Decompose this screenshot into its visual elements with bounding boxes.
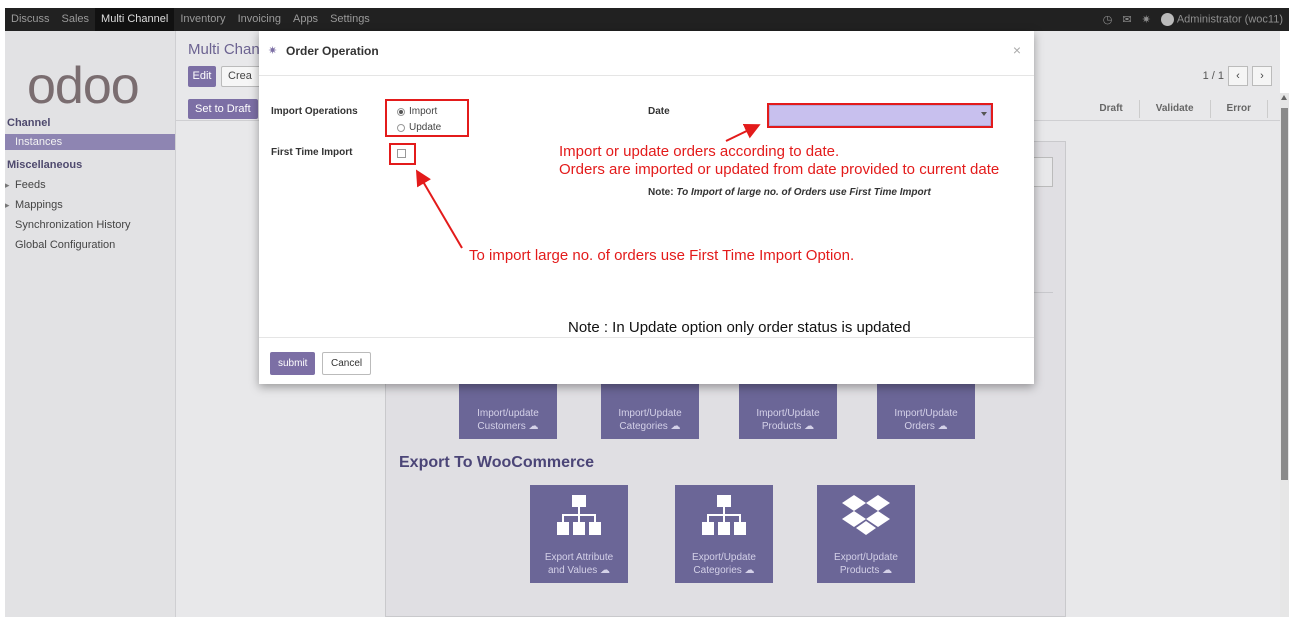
user-name: Administrator (woc11): [1176, 13, 1283, 26]
chat-icon[interactable]: ✉: [1122, 13, 1131, 26]
systray: ◷ ✉ ✷ Administrator (woc11): [1103, 8, 1283, 31]
nav-sales[interactable]: Sales: [56, 8, 96, 31]
breadcrumb[interactable]: Multi Chann: [188, 41, 268, 58]
nav-discuss[interactable]: Discuss: [5, 8, 56, 31]
stage-draft[interactable]: Draft: [1083, 100, 1140, 118]
close-icon[interactable]: ×: [1013, 42, 1021, 58]
highlight-box: [385, 99, 469, 137]
nav-multi-channel[interactable]: Multi Channel: [95, 8, 175, 31]
nav-settings[interactable]: Settings: [324, 8, 376, 31]
export-heading: Export To WooCommerce: [399, 454, 594, 471]
scroll-up-icon[interactable]: [1281, 95, 1287, 100]
top-navbar: Discuss Sales Multi Channel Inventory In…: [5, 8, 1289, 31]
app-menu: Discuss Sales Multi Channel Inventory In…: [5, 8, 376, 31]
bug-icon[interactable]: ✷: [1142, 13, 1151, 26]
sidebar: odoo Channel Instances Miscellaneous ▸ F…: [5, 31, 176, 617]
scroll-thumb[interactable]: [1281, 108, 1288, 480]
export-categories-tile[interactable]: Export/Update Categories ☁: [675, 485, 773, 583]
tile-label: Export Attribute and Values ☁: [544, 552, 614, 576]
annotation-update-note: Note : In Update option only order statu…: [568, 319, 911, 336]
sidebar-item-feeds[interactable]: Feeds: [15, 179, 46, 191]
sitemap-icon: [702, 495, 746, 535]
avatar: [1160, 13, 1174, 26]
sidebar-item-sync-history[interactable]: Synchronization History: [15, 219, 131, 231]
sidebar-heading-misc: Miscellaneous: [7, 159, 83, 171]
status-stages: Draft Validate Error: [1083, 100, 1268, 118]
nav-apps[interactable]: Apps: [287, 8, 324, 31]
pager: 1 / 1 ‹ ›: [1203, 66, 1272, 86]
odoo-logo[interactable]: odoo: [27, 60, 157, 112]
tile-label: Export/Update Categories ☁: [692, 552, 756, 576]
sitemap-icon: [557, 495, 601, 535]
nav-inventory[interactable]: Inventory: [174, 8, 231, 31]
annotation-date-1: Import or update orders according to dat…: [559, 143, 840, 160]
annotation-first-time: To import large no. of orders use First …: [469, 247, 855, 264]
tile-label: Import/Update Products ☁: [756, 408, 820, 432]
set-to-draft-button[interactable]: Set to Draft: [188, 99, 258, 119]
stage-error[interactable]: Error: [1211, 100, 1268, 118]
clock-icon[interactable]: ◷: [1103, 13, 1113, 26]
sidebar-item-global-config[interactable]: Global Configuration: [15, 239, 115, 251]
sidebar-item-instances[interactable]: Instances: [5, 134, 175, 150]
highlight-box: [767, 103, 993, 128]
import-operations-label: Import Operations: [271, 106, 358, 117]
pager-next-button[interactable]: ›: [1252, 66, 1272, 86]
export-attributes-tile[interactable]: Export Attribute and Values ☁: [530, 485, 628, 583]
highlight-box: [389, 143, 416, 165]
nav-invoicing[interactable]: Invoicing: [232, 8, 287, 31]
caret-right-icon: ▸: [5, 200, 10, 210]
tile-label: Import/Update Orders ☁: [894, 408, 958, 432]
bug-icon: ✷: [268, 45, 278, 57]
dialog-footer: submit Cancel: [259, 337, 1034, 384]
submit-button[interactable]: submit: [270, 352, 316, 375]
tile-label: Export/Update Products ☁: [834, 552, 898, 576]
create-button[interactable]: Crea: [221, 66, 261, 87]
caret-right-icon: ▸: [5, 180, 10, 190]
user-menu[interactable]: Administrator (woc11): [1160, 13, 1283, 26]
export-products-tile[interactable]: Export/Update Products ☁: [817, 485, 915, 583]
dialog-title: Order Operation: [286, 44, 379, 58]
dropbox-icon: [842, 495, 890, 535]
scrollbar[interactable]: [1280, 93, 1289, 617]
date-label: Date: [648, 106, 670, 117]
stage-validate[interactable]: Validate: [1140, 100, 1211, 118]
sidebar-heading-channel: Channel: [7, 117, 51, 129]
pager-prev-button[interactable]: ‹: [1228, 66, 1248, 86]
tile-label: Import/Update Categories ☁: [618, 408, 682, 432]
first-time-import-label: First Time Import: [271, 147, 353, 158]
sidebar-item-mappings[interactable]: Mappings: [15, 199, 63, 211]
dialog-header: ✷ Order Operation ×: [259, 31, 1034, 76]
large-import-note: Note: To Import of large no. of Orders u…: [648, 187, 931, 198]
tile-label: Import/update Customers ☁: [477, 408, 539, 432]
pager-value: 1 / 1: [1202, 70, 1224, 82]
annotation-date-2: Orders are imported or updated from date…: [559, 161, 1000, 178]
edit-button[interactable]: Edit: [188, 66, 216, 87]
cancel-button[interactable]: Cancel: [322, 352, 372, 375]
order-operation-dialog: ✷ Order Operation × Import Operations Im…: [259, 31, 1034, 384]
